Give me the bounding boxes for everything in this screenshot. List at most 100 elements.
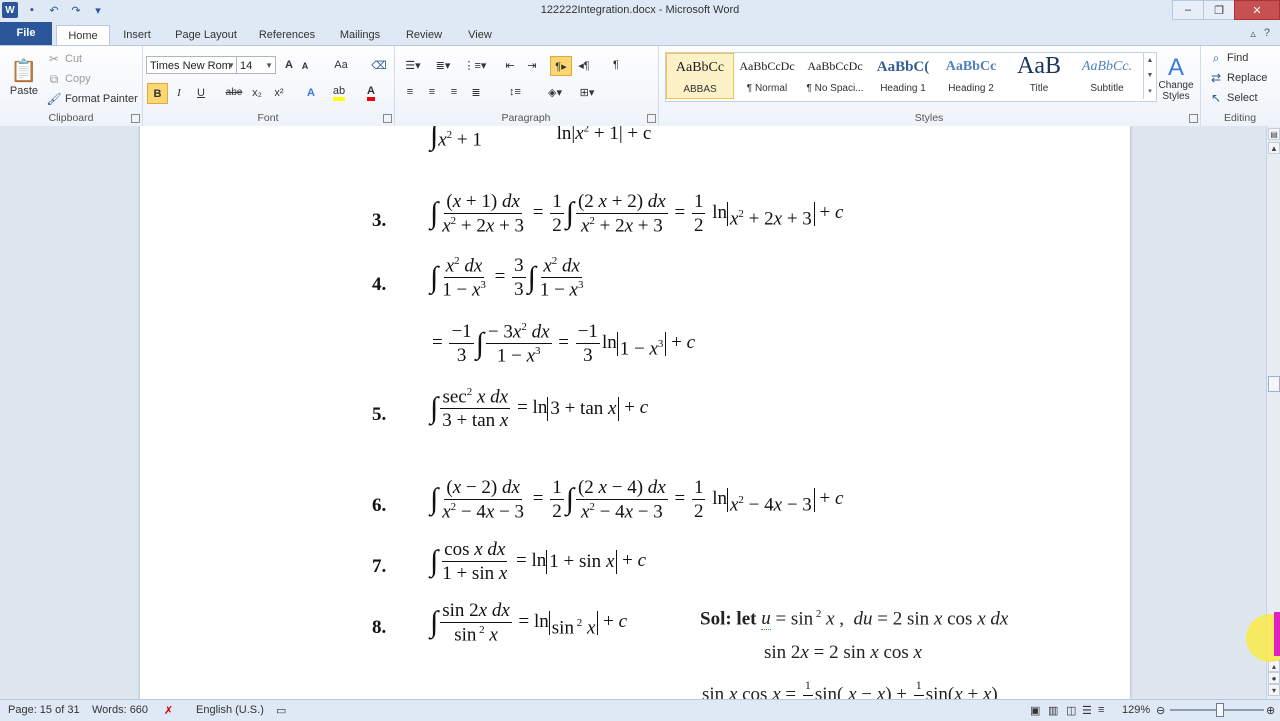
change-styles-button[interactable]: A Change Styles <box>1156 50 1196 106</box>
style-no-spacing[interactable]: AaBbCcDc ¶ No Spaci... <box>802 53 868 99</box>
paragraph-group-label: Paragraph <box>501 112 551 124</box>
decrease-indent-icon[interactable]: ⇤ <box>500 56 520 74</box>
format-painter-button[interactable]: 🖌 Format Painter <box>46 91 137 107</box>
font-name-box[interactable]: Times New Rom ▼ <box>146 56 238 74</box>
style-name: ¶ Normal <box>746 83 788 94</box>
copy-button[interactable]: ⧉ Copy <box>46 71 91 87</box>
problem-number: 8. <box>372 617 387 638</box>
chevron-down-icon[interactable]: ▼ <box>1147 72 1154 79</box>
paste-button[interactable]: 📋 Paste <box>6 50 42 104</box>
close-button[interactable]: ✕ <box>1234 0 1280 20</box>
maximize-button[interactable]: ❐ <box>1203 0 1235 20</box>
line-spacing-icon[interactable]: ↕≡ <box>502 83 528 101</box>
more-icon[interactable]: ▾ <box>1148 87 1152 95</box>
minimize-button[interactable]: – <box>1172 0 1204 20</box>
scroll-up-icon[interactable]: ▲ <box>1268 142 1280 154</box>
chevron-up-icon[interactable]: ▲ <box>1147 57 1154 64</box>
align-right-icon[interactable]: ≡ <box>444 83 464 101</box>
problem-number: 7. <box>372 556 387 577</box>
justify-icon[interactable]: ≣ <box>466 83 486 101</box>
subscript-button[interactable]: x₂ <box>248 83 266 102</box>
numbering-icon[interactable]: ≣▾ <box>430 56 456 74</box>
language-indicator[interactable]: English (U.S.) <box>196 704 264 716</box>
shrink-font-button[interactable]: A <box>298 58 312 74</box>
styles-launcher[interactable] <box>1189 114 1198 123</box>
zoom-in-icon[interactable]: ⊕ <box>1266 704 1275 717</box>
underline-button[interactable]: U <box>192 83 210 102</box>
font-launcher[interactable] <box>383 114 392 123</box>
font-size-value: 14 <box>240 60 253 72</box>
tab-references[interactable]: References <box>252 25 322 45</box>
zoom-out-icon[interactable]: ⊖ <box>1156 704 1165 717</box>
find-label: Find <box>1227 52 1249 64</box>
paragraph-launcher[interactable] <box>647 114 656 123</box>
show-formatting-marks-icon[interactable]: ¶ <box>606 56 626 74</box>
multilevel-list-icon[interactable]: ⋮≡▾ <box>460 56 490 74</box>
bold-button[interactable]: B <box>147 83 168 104</box>
style-sample: AaBbCc. <box>1081 59 1133 74</box>
tab-review[interactable]: Review <box>398 25 450 45</box>
outline-icon[interactable]: ☰ <box>1082 704 1092 717</box>
zoom-slider-knob[interactable] <box>1216 703 1224 717</box>
grow-font-button[interactable]: A <box>280 56 298 74</box>
scroll-thumb[interactable] <box>1268 376 1280 392</box>
superscript-button[interactable]: x² <box>270 83 288 102</box>
highlight-color-icon[interactable]: ab <box>328 83 350 102</box>
macro-record-icon[interactable]: ▭ <box>276 704 286 717</box>
browse-object-icon[interactable]: ● <box>1268 672 1280 684</box>
tab-mailings[interactable]: Mailings <box>332 25 388 45</box>
clear-formatting-icon[interactable]: ⌫ <box>370 56 388 74</box>
document-page[interactable]: ∫ x2 + 1 ln|x2 + 1| + c 3. ∫ (x + 1) dx x2 … <box>140 126 1130 699</box>
equation-7: ∫ cos x dx 1 + sin x = ln 1 + sin x + c <box>430 539 647 584</box>
find-button[interactable]: ⌕ Find <box>1208 50 1249 66</box>
tab-home[interactable]: Home <box>56 25 110 47</box>
tab-page-layout[interactable]: Page Layout <box>168 25 244 45</box>
scissors-icon: ✂ <box>48 52 60 66</box>
right-to-left-icon[interactable]: ◂¶ <box>574 56 594 74</box>
strikethrough-button[interactable]: abe <box>224 83 244 102</box>
change-case-button[interactable]: Aa <box>328 56 354 74</box>
cut-button[interactable]: ✂ Cut <box>46 51 82 67</box>
ribbon-tabs: File Home Insert Page Layout References … <box>0 22 1280 47</box>
align-left-icon[interactable]: ≡ <box>400 83 420 101</box>
tab-view[interactable]: View <box>460 25 500 45</box>
borders-icon[interactable]: ⊞▾ <box>574 83 600 101</box>
gallery-scroll[interactable]: ▲ ▼ ▾ <box>1143 53 1156 99</box>
print-layout-icon[interactable]: ▣ <box>1030 704 1040 717</box>
proofing-icon[interactable]: ✗ <box>164 704 173 717</box>
tab-insert[interactable]: Insert <box>112 25 162 45</box>
ruler-toggle-icon[interactable]: ▤ <box>1268 128 1280 140</box>
style-abbas[interactable]: AaBbCc ABBAS <box>666 53 734 99</box>
style-subtitle[interactable]: AaBbCc. Subtitle <box>1074 53 1140 99</box>
font-size-box[interactable]: 14 ▼ <box>236 56 276 74</box>
text-effects-icon[interactable]: A <box>300 83 322 102</box>
replace-button[interactable]: ⇄ Replace <box>1208 70 1267 86</box>
shading-icon[interactable]: ◈▾ <box>542 83 568 101</box>
clipboard-launcher[interactable] <box>131 114 140 123</box>
style-title[interactable]: AaB Title <box>1006 53 1072 99</box>
document-area[interactable]: ∫ x2 + 1 ln|x2 + 1| + c 3. ∫ (x + 1) dx x2 … <box>0 126 1266 699</box>
style-heading-1[interactable]: AaBbC(Heading 1 <box>870 53 936 99</box>
style-heading-2[interactable]: AaBbCc Heading 2 <box>938 53 1004 99</box>
minimize-ribbon-icon[interactable]: ▵ <box>1250 27 1256 40</box>
style-normal[interactable]: AaBbCcDc ¶ Normal <box>734 53 800 99</box>
align-center-icon[interactable]: ≡ <box>422 83 442 101</box>
equation-5: ∫ sec2 x dx 3 + tan x = ln 3 + tan x + c <box>430 386 649 432</box>
font-color-icon[interactable]: A <box>360 83 382 102</box>
bullets-icon[interactable]: ☰▾ <box>400 56 426 74</box>
full-screen-reading-icon[interactable]: ▥ <box>1048 704 1058 717</box>
tab-file[interactable]: File <box>0 22 52 45</box>
italic-button[interactable]: I <box>170 83 188 102</box>
style-sample: AaBbC( <box>876 59 930 75</box>
next-page-icon[interactable]: ▾ <box>1268 684 1280 696</box>
sol-label: Sol: let <box>700 608 757 630</box>
left-to-right-icon[interactable]: ¶▸ <box>550 56 572 76</box>
draft-icon[interactable]: ≡ <box>1098 704 1104 716</box>
increase-indent-icon[interactable]: ⇥ <box>522 56 542 74</box>
zoom-level[interactable]: 129% <box>1122 704 1150 716</box>
web-layout-icon[interactable]: ◫ <box>1066 704 1076 717</box>
help-icon[interactable]: ? <box>1264 27 1270 40</box>
page-count[interactable]: Page: 15 of 31 <box>8 704 80 716</box>
word-count[interactable]: Words: 660 <box>92 704 148 716</box>
select-button[interactable]: ↖ Select <box>1208 90 1258 106</box>
